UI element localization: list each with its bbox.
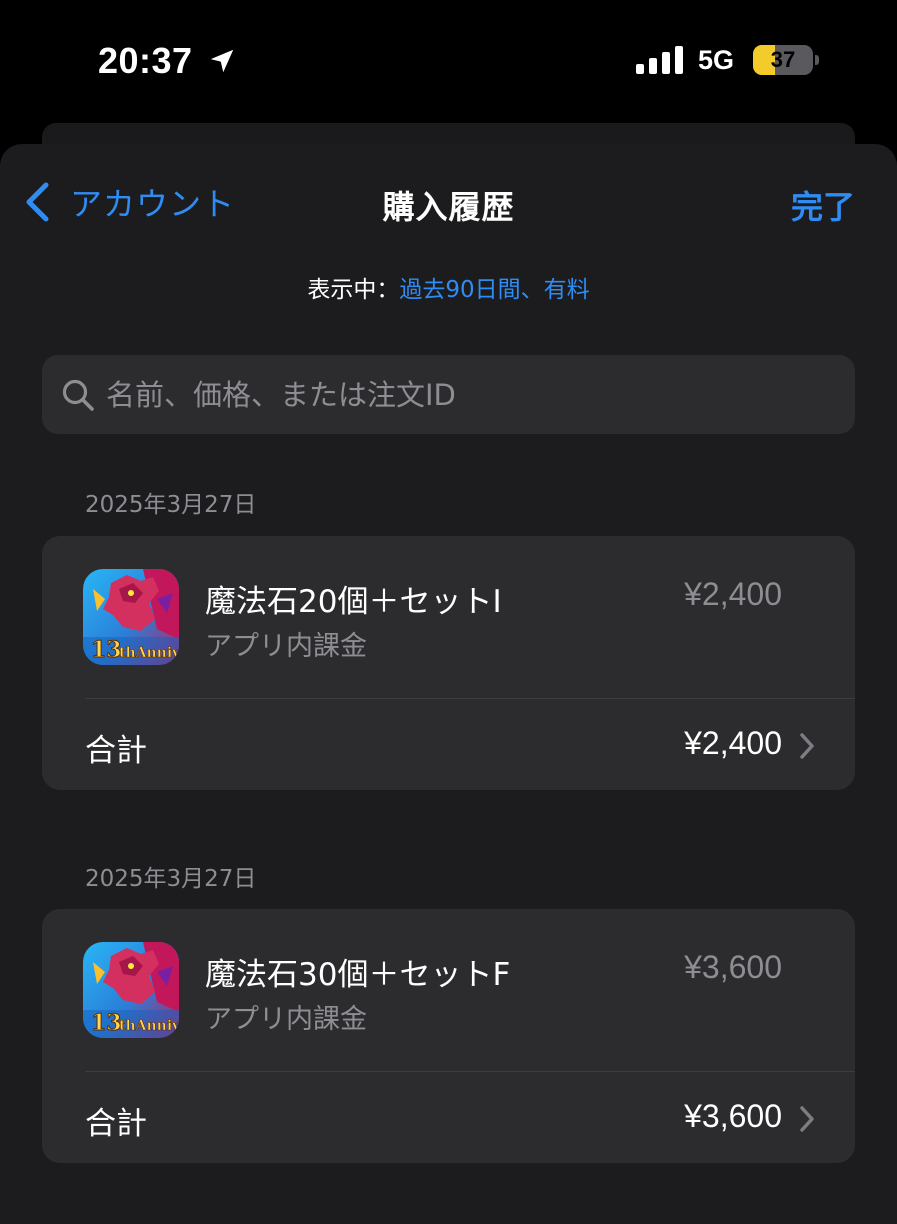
search-input[interactable] [104, 355, 834, 434]
item-price: ¥2,400 [684, 576, 782, 612]
search-icon [62, 379, 94, 411]
app-icon[interactable]: 13 thAnniv. [83, 942, 179, 1038]
item-type: アプリ内課金 [205, 1004, 367, 1035]
done-button[interactable]: 完了 [791, 182, 855, 228]
purchase-card: 13 thAnniv. 魔法石30個＋セットF アプリ内課金 ¥3,600 合計… [42, 909, 855, 1163]
total-label: 合計 [85, 733, 147, 769]
battery-indicator: 37 [753, 45, 813, 75]
purchase-date-header: 2025年3月27日 [85, 866, 257, 892]
status-bar: 20:37 5G 37 [0, 0, 897, 120]
chevron-right-icon [800, 733, 814, 759]
filter-link[interactable]: 過去90日間、有料 [399, 277, 589, 303]
svg-text:13: 13 [91, 1010, 122, 1036]
purchase-date-header: 2025年3月27日 [85, 492, 257, 518]
svg-text:13: 13 [91, 637, 122, 663]
battery-percent: 37 [770, 47, 796, 72]
item-type: アプリ内課金 [205, 631, 367, 662]
app-icon[interactable]: 13 thAnniv. [83, 569, 179, 665]
filter-summary: 表示中：過去90日間、有料 [0, 270, 897, 304]
total-label: 合計 [85, 1106, 147, 1142]
network-type: 5G [698, 45, 735, 75]
item-name: 魔法石20個＋セットI [205, 584, 502, 620]
total-price: ¥2,400 [684, 725, 782, 761]
purchase-card: 13 thAnniv. 魔法石20個＋セットI アプリ内課金 ¥2,400 合計… [42, 536, 855, 790]
game-artwork-icon: 13 thAnniv. [83, 942, 179, 1038]
battery-cap [815, 55, 819, 65]
chevron-right-icon [800, 1106, 814, 1132]
game-artwork-icon: 13 thAnniv. [83, 569, 179, 665]
page-title: 購入履歴 [382, 188, 515, 226]
svg-text:thAnniv.: thAnniv. [119, 1018, 179, 1034]
total-row[interactable]: 合計 ¥2,400 [42, 699, 855, 790]
filter-prefix: 表示中： [307, 277, 400, 303]
search-bar[interactable] [42, 355, 855, 434]
item-price: ¥3,600 [684, 949, 782, 985]
location-arrow-icon [210, 49, 234, 73]
total-row[interactable]: 合計 ¥3,600 [42, 1072, 855, 1163]
svg-text:thAnniv.: thAnniv. [119, 645, 179, 661]
status-time: 20:37 [98, 40, 193, 81]
total-price: ¥3,600 [684, 1098, 782, 1134]
cellular-signal-icon [636, 46, 683, 74]
item-name: 魔法石30個＋セットF [205, 957, 511, 993]
